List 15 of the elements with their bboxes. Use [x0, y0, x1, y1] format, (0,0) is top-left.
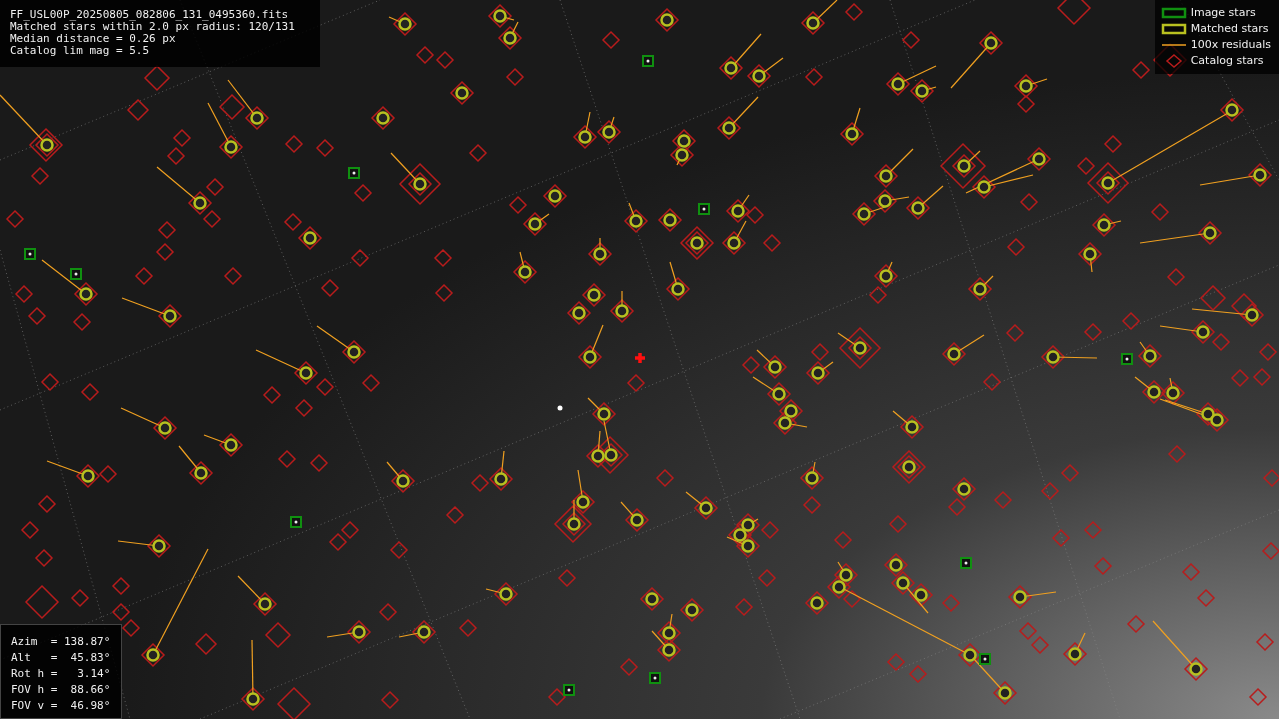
info-text: Median distance = 0.26 px	[10, 33, 177, 45]
legend-label: Matched stars	[1190, 22, 1269, 36]
orientation-text: Alt = 45.83°	[11, 650, 112, 666]
square-marker-icon	[1160, 22, 1187, 36]
orientation-text: FOV v = 46.98°	[11, 698, 112, 714]
legend-label: Catalog stars	[1190, 54, 1264, 68]
legend-label: 100x residuals	[1190, 38, 1271, 52]
orientation-text: FOV h = 88.66°	[11, 682, 112, 698]
legend-label: Image stars	[1190, 6, 1256, 20]
info-text: Catalog lim mag = 5.5	[10, 45, 151, 57]
orientation-text: Rot h = 3.14°	[11, 666, 112, 682]
info-text: FF_USL00P_20250805_082806_131_0495360.fits	[10, 9, 290, 21]
info-text: Matched stars within 2.0 px radius: 120/131	[10, 21, 296, 33]
square-marker-icon	[1160, 6, 1187, 20]
orientation-text: Azim = 138.87°	[11, 634, 112, 650]
